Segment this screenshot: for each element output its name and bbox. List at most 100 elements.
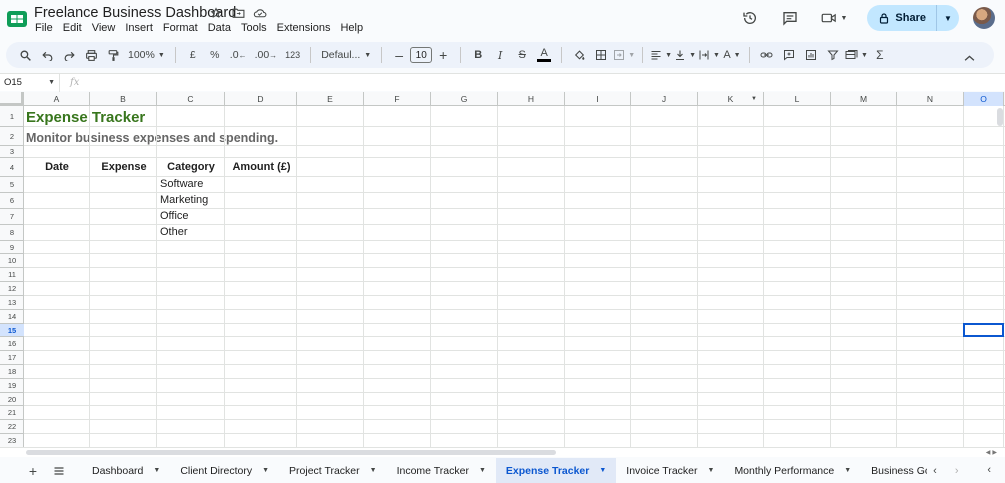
font-size-input[interactable]: 10 xyxy=(410,47,433,63)
row-header-13[interactable]: 13 xyxy=(0,296,24,310)
filter-dropdown-icon[interactable]: ▼ xyxy=(751,96,757,102)
increase-font-size-button[interactable]: + xyxy=(433,44,453,66)
redo-icon[interactable] xyxy=(59,44,79,66)
vertical-scrollbar[interactable] xyxy=(997,108,1003,126)
tabs-scroll-left-icon[interactable]: ‹ xyxy=(933,465,937,477)
horizontal-align-icon[interactable]: ▼ xyxy=(650,44,672,66)
column-header-b[interactable]: B xyxy=(90,92,157,106)
header-date[interactable]: Date xyxy=(24,161,90,173)
row-header-22[interactable]: 22 xyxy=(0,420,24,434)
font-select[interactable]: Defaul... ▼ xyxy=(318,44,374,66)
category-software[interactable]: Software xyxy=(160,178,203,190)
row-header-23[interactable]: 23 xyxy=(0,434,24,448)
spreadsheet-grid[interactable]: A B C D E F G H I J K ▼ L M N O 1 2 3 4 5 6 7 8 9 10 11 12 13 14 15 16… xyxy=(0,92,1005,453)
sheet-title[interactable]: Expense Tracker xyxy=(26,109,145,126)
row-header-12[interactable]: 12 xyxy=(0,282,24,296)
row-header-17[interactable]: 17 xyxy=(0,351,24,365)
insert-chart-icon[interactable] xyxy=(801,44,821,66)
tab-income-tracker[interactable]: Income Tracker ▼ xyxy=(387,458,496,483)
row-header-9[interactable]: 9 xyxy=(0,241,24,254)
category-office[interactable]: Office xyxy=(160,210,189,222)
print-icon[interactable] xyxy=(81,44,101,66)
column-header-g[interactable]: G xyxy=(431,92,498,106)
tab-business-goals[interactable]: Business Go xyxy=(861,458,927,483)
column-header-d[interactable]: D xyxy=(225,92,297,106)
share-button[interactable]: Share xyxy=(879,5,937,31)
merge-cells-icon[interactable]: ▼ xyxy=(613,44,635,66)
row-header-21[interactable]: 21 xyxy=(0,406,24,420)
menu-file[interactable]: File xyxy=(35,22,57,34)
functions-icon[interactable]: Σ xyxy=(870,44,890,66)
document-title[interactable]: Freelance Business Dashboard xyxy=(34,5,236,21)
sheet-subtitle[interactable]: Monitor business expenses and spending. xyxy=(26,131,278,145)
header-expense[interactable]: Expense xyxy=(91,161,157,173)
tab-dashboard[interactable]: Dashboard ▼ xyxy=(82,458,170,483)
borders-icon[interactable] xyxy=(591,44,611,66)
row-header-19[interactable]: 19 xyxy=(0,379,24,393)
decrease-decimal-button[interactable]: .0 ← xyxy=(227,44,250,66)
column-header-f[interactable]: F xyxy=(364,92,431,106)
zoom-select[interactable]: 100% ▼ xyxy=(125,44,168,66)
tab-expense-tracker[interactable]: Expense Tracker ▼ xyxy=(495,458,617,483)
currency-format-button[interactable]: £ xyxy=(183,44,203,66)
selected-cell[interactable] xyxy=(963,323,1004,337)
menu-edit[interactable]: Edit xyxy=(63,22,86,34)
undo-icon[interactable] xyxy=(37,44,57,66)
scroll-left-icon[interactable]: ◀ xyxy=(986,449,991,456)
tab-invoice-tracker[interactable]: Invoice Tracker ▼ xyxy=(616,458,724,483)
comments-icon[interactable] xyxy=(779,7,801,29)
paint-format-icon[interactable] xyxy=(103,44,123,66)
meet-icon[interactable]: ▼ xyxy=(819,7,849,29)
cloud-saved-icon[interactable] xyxy=(253,6,267,20)
strikethrough-icon[interactable]: S xyxy=(512,44,532,66)
category-other[interactable]: Other xyxy=(160,226,188,238)
row-header-5[interactable]: 5 xyxy=(0,177,24,193)
row-header-4[interactable]: 4 xyxy=(0,158,24,177)
decrease-font-size-button[interactable]: – xyxy=(389,44,409,66)
column-header-m[interactable]: M xyxy=(831,92,897,106)
row-header-3[interactable]: 3 xyxy=(0,146,24,158)
text-color-icon[interactable]: A xyxy=(534,44,554,66)
row-header-6[interactable]: 6 xyxy=(0,193,24,209)
menu-tools[interactable]: Tools xyxy=(241,22,271,34)
fill-color-icon[interactable] xyxy=(569,44,589,66)
header-category[interactable]: Category xyxy=(157,161,225,173)
row-header-8[interactable]: 8 xyxy=(0,225,24,241)
formula-input[interactable] xyxy=(87,75,1005,91)
filter-icon[interactable] xyxy=(823,44,843,66)
column-header-c[interactable]: C xyxy=(157,92,225,106)
tab-client-directory[interactable]: Client Directory ▼ xyxy=(170,458,279,483)
column-header-a[interactable]: A xyxy=(24,92,90,106)
add-sheet-icon[interactable]: + xyxy=(20,463,46,479)
name-box[interactable]: O15 ▼ xyxy=(0,73,60,92)
text-rotation-icon[interactable]: A ▼ xyxy=(722,44,742,66)
header-amount[interactable]: Amount (£) xyxy=(226,161,297,173)
row-header-11[interactable]: 11 xyxy=(0,268,24,282)
row-header-10[interactable]: 10 xyxy=(0,254,24,268)
italic-icon[interactable]: I xyxy=(490,44,510,66)
row-header-14[interactable]: 14 xyxy=(0,310,24,324)
collapse-toolbar-icon[interactable] xyxy=(959,47,979,69)
bold-icon[interactable]: B xyxy=(468,44,488,66)
category-marketing[interactable]: Marketing xyxy=(160,194,208,206)
percent-format-button[interactable]: % xyxy=(205,44,225,66)
row-header-15[interactable]: 15 xyxy=(0,324,24,337)
row-header-7[interactable]: 7 xyxy=(0,209,24,225)
avatar[interactable] xyxy=(973,7,995,29)
column-header-k[interactable]: K ▼ xyxy=(698,92,764,106)
menu-view[interactable]: View xyxy=(92,22,120,34)
menu-insert[interactable]: Insert xyxy=(125,22,157,34)
cells-area[interactable]: Expense Tracker Monitor business expense… xyxy=(24,106,1005,453)
tab-project-tracker[interactable]: Project Tracker ▼ xyxy=(279,458,387,483)
side-panel-toggle-icon[interactable]: ‹ xyxy=(987,464,991,476)
version-history-icon[interactable] xyxy=(739,7,761,29)
row-header-16[interactable]: 16 xyxy=(0,337,24,351)
menu-data[interactable]: Data xyxy=(208,22,235,34)
column-header-h[interactable]: H xyxy=(498,92,565,106)
scroll-right-icon[interactable]: ▶ xyxy=(992,449,997,456)
menu-help[interactable]: Help xyxy=(340,22,367,34)
row-header-2[interactable]: 2 xyxy=(0,127,24,146)
all-sheets-icon[interactable] xyxy=(46,466,72,476)
row-header-20[interactable]: 20 xyxy=(0,393,24,406)
column-header-j[interactable]: J xyxy=(631,92,698,106)
